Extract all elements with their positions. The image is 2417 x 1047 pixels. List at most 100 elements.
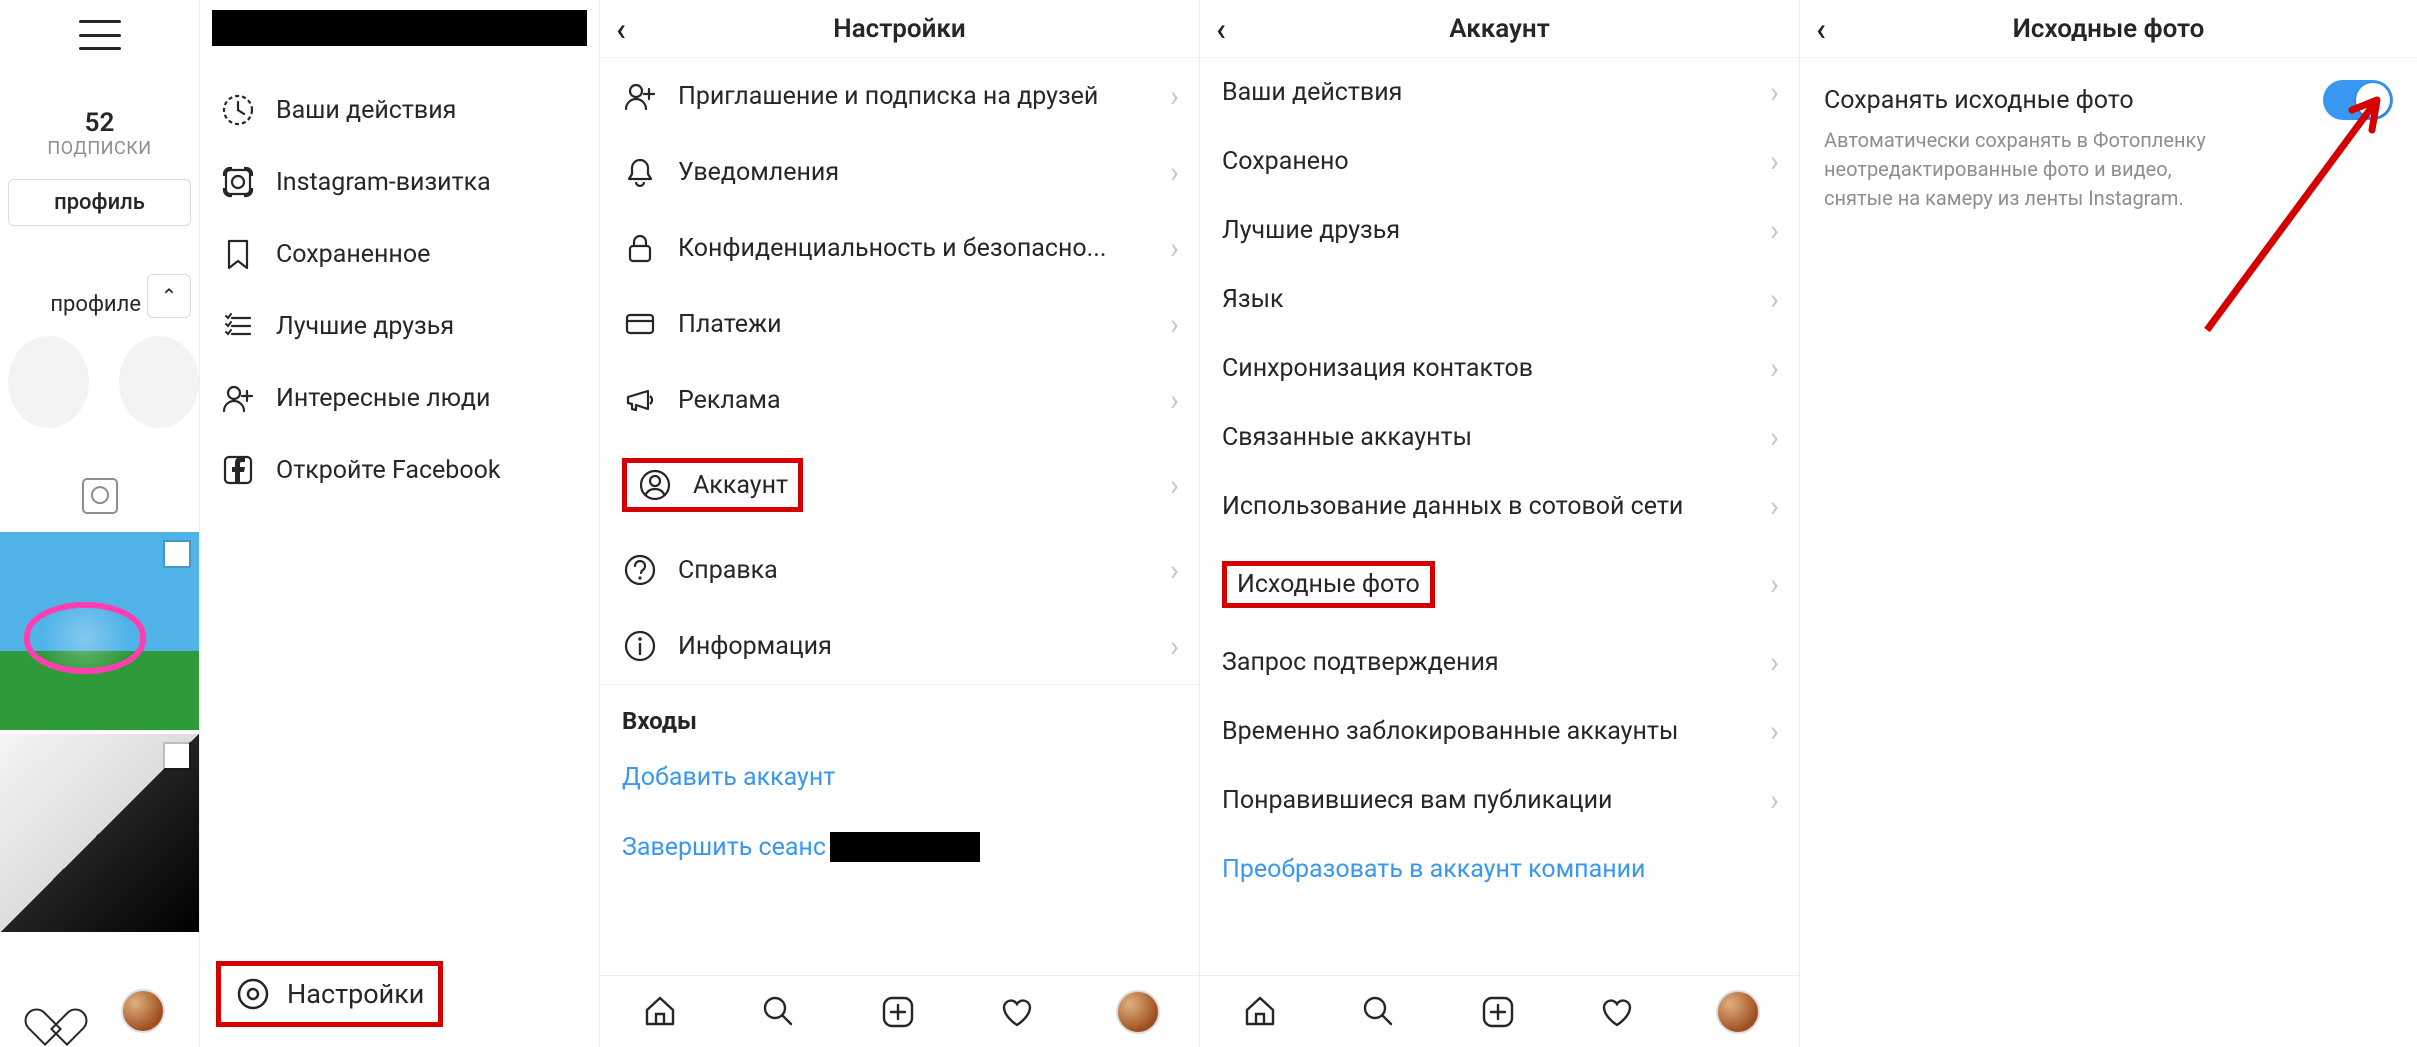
- grid-photo[interactable]: [0, 532, 199, 730]
- chevron-right-icon: ›: [1770, 282, 1779, 317]
- grid-photo[interactable]: [0, 734, 199, 932]
- menu-label: Ваши действия: [276, 96, 456, 125]
- account-item-activity[interactable]: Ваши действия ›: [1200, 58, 1799, 127]
- settings-item-invite[interactable]: Приглашение и подписка на друзей ›: [600, 58, 1199, 134]
- help-icon: [622, 552, 658, 588]
- tab-bar: [600, 975, 1199, 1047]
- settings-item-account[interactable]: Аккаунт ›: [600, 438, 1199, 532]
- item-label: Сохранено: [1222, 147, 1349, 176]
- account-item-liked-posts[interactable]: Понравившиеся вам публикации ›: [1200, 766, 1799, 835]
- account-item-contacts-sync[interactable]: Синхронизация контактов›: [1200, 334, 1799, 403]
- item-label: Связанные аккаунты: [1222, 423, 1472, 452]
- tagged-tab-icon[interactable]: [82, 478, 118, 514]
- back-icon[interactable]: ‹: [1816, 10, 1826, 48]
- item-label: Платежи: [678, 310, 782, 339]
- item-label: Аккаунт: [693, 471, 788, 500]
- username-redacted: [212, 10, 587, 46]
- account-item-verification[interactable]: Запрос подтверждения›: [1200, 628, 1799, 697]
- chevron-right-icon: ›: [1770, 213, 1779, 248]
- activity-heart-icon[interactable]: [34, 993, 74, 1029]
- menu-label: Instagram-визитка: [276, 168, 491, 197]
- settings-item-info[interactable]: Информация ›: [600, 608, 1199, 684]
- add-post-tab-icon[interactable]: [1478, 992, 1518, 1032]
- menu-item-close-friends[interactable]: Лучшие друзья: [200, 290, 599, 362]
- menu-label: Интересные люди: [276, 384, 490, 413]
- search-tab-icon[interactable]: [1359, 992, 1399, 1032]
- menu-item-nametag[interactable]: Instagram-визитка: [200, 146, 599, 218]
- settings-item-help[interactable]: Справка ›: [600, 532, 1199, 608]
- story-circle[interactable]: [119, 336, 200, 428]
- item-label: Ваши действия: [1222, 78, 1402, 107]
- item-label: Понравившиеся вам публикации: [1222, 786, 1612, 815]
- edit-profile-button[interactable]: профиль: [8, 179, 191, 226]
- search-tab-icon[interactable]: [759, 992, 799, 1032]
- chevron-right-icon: ›: [1170, 307, 1179, 342]
- username-redacted: [830, 832, 980, 862]
- account-item-linked-accounts[interactable]: Связанные аккаунты›: [1200, 403, 1799, 472]
- account-item-switch-business[interactable]: Преобразовать в аккаунт компании: [1200, 835, 1799, 890]
- bell-icon: [622, 154, 658, 190]
- info-icon: [622, 628, 658, 664]
- item-label: Реклама: [678, 386, 781, 415]
- activity-icon: [220, 92, 256, 128]
- card-icon: [622, 306, 658, 342]
- menu-item-activity[interactable]: Ваши действия: [200, 74, 599, 146]
- list-icon: [220, 308, 256, 344]
- story-circle[interactable]: [8, 336, 89, 428]
- profile-tab-icon[interactable]: [1716, 990, 1760, 1034]
- account-item-saved[interactable]: Сохранено›: [1200, 127, 1799, 196]
- activity-tab-icon[interactable]: [1597, 992, 1637, 1032]
- settings-item-ads[interactable]: Реклама ›: [600, 362, 1199, 438]
- tab-bar: [1200, 975, 1799, 1047]
- account-item-cellular-data[interactable]: Использование данных в сотовой сети ›: [1200, 472, 1799, 541]
- settings-item-privacy[interactable]: Конфиденциальность и безопасно... ›: [600, 210, 1199, 286]
- account-header: ‹ Аккаунт: [1200, 0, 1799, 58]
- chevron-right-icon: ›: [1770, 351, 1779, 386]
- account-item-original-photos[interactable]: Исходные фото ›: [1200, 541, 1799, 628]
- end-session-link[interactable]: Завершить сеанс: [600, 812, 1199, 882]
- panel-title: Аккаунт: [1449, 14, 1550, 44]
- home-tab-icon[interactable]: [640, 992, 680, 1032]
- toggle-description: Автоматически сохранять в Фотопленку нео…: [1800, 126, 2260, 213]
- menu-label: Откройте Facebook: [276, 456, 501, 485]
- account-item-close-friends[interactable]: Лучшие друзья ›: [1200, 196, 1799, 265]
- save-original-photos-toggle[interactable]: [2323, 80, 2393, 120]
- item-label: Запрос подтверждения: [1222, 648, 1499, 677]
- item-label: Лучшие друзья: [1222, 216, 1400, 245]
- item-label: Информация: [678, 632, 832, 661]
- profile-avatar-icon[interactable]: [121, 989, 165, 1033]
- add-account-link[interactable]: Добавить аккаунт: [600, 743, 1199, 812]
- chevron-right-icon: ›: [1770, 567, 1779, 602]
- settings-header: ‹ Настройки: [600, 0, 1199, 58]
- back-icon[interactable]: ‹: [616, 10, 626, 48]
- back-icon[interactable]: ‹: [1216, 10, 1226, 48]
- settings-item-payments[interactable]: Платежи ›: [600, 286, 1199, 362]
- chevron-right-icon: ›: [1170, 231, 1179, 266]
- collapse-button[interactable]: ⌃: [147, 274, 191, 318]
- hamburger-menu-icon[interactable]: [79, 20, 121, 50]
- menu-item-facebook[interactable]: Откройте Facebook: [200, 434, 599, 506]
- chevron-right-icon: ›: [1770, 75, 1779, 110]
- menu-item-saved[interactable]: Сохраненное: [200, 218, 599, 290]
- profile-tab-icon[interactable]: [1116, 990, 1160, 1034]
- account-item-language[interactable]: Язык›: [1200, 265, 1799, 334]
- subscriptions-stat[interactable]: 52 ПОДПИСКИ: [0, 108, 199, 159]
- settings-item-notifications[interactable]: Уведомления ›: [600, 134, 1199, 210]
- chevron-right-icon: ›: [1770, 489, 1779, 524]
- add-post-tab-icon[interactable]: [878, 992, 918, 1032]
- lock-icon: [622, 230, 658, 266]
- profile-section-label: профиле: [50, 292, 141, 318]
- stat-value: 52: [0, 108, 199, 138]
- chevron-right-icon: ›: [1170, 155, 1179, 190]
- user-icon: [637, 467, 673, 503]
- home-tab-icon[interactable]: [1240, 992, 1280, 1032]
- add-user-icon: [220, 380, 256, 416]
- activity-tab-icon[interactable]: [997, 992, 1037, 1032]
- account-item-blocked[interactable]: Временно заблокированные аккаунты›: [1200, 697, 1799, 766]
- item-label: Приглашение и подписка на друзей: [678, 82, 1098, 111]
- chevron-right-icon: ›: [1770, 783, 1779, 818]
- item-label: Использование данных в сотовой сети: [1222, 492, 1683, 521]
- panel-title: Исходные фото: [2013, 14, 2205, 44]
- settings-button[interactable]: Настройки: [216, 961, 443, 1027]
- menu-item-discover-people[interactable]: Интересные люди: [200, 362, 599, 434]
